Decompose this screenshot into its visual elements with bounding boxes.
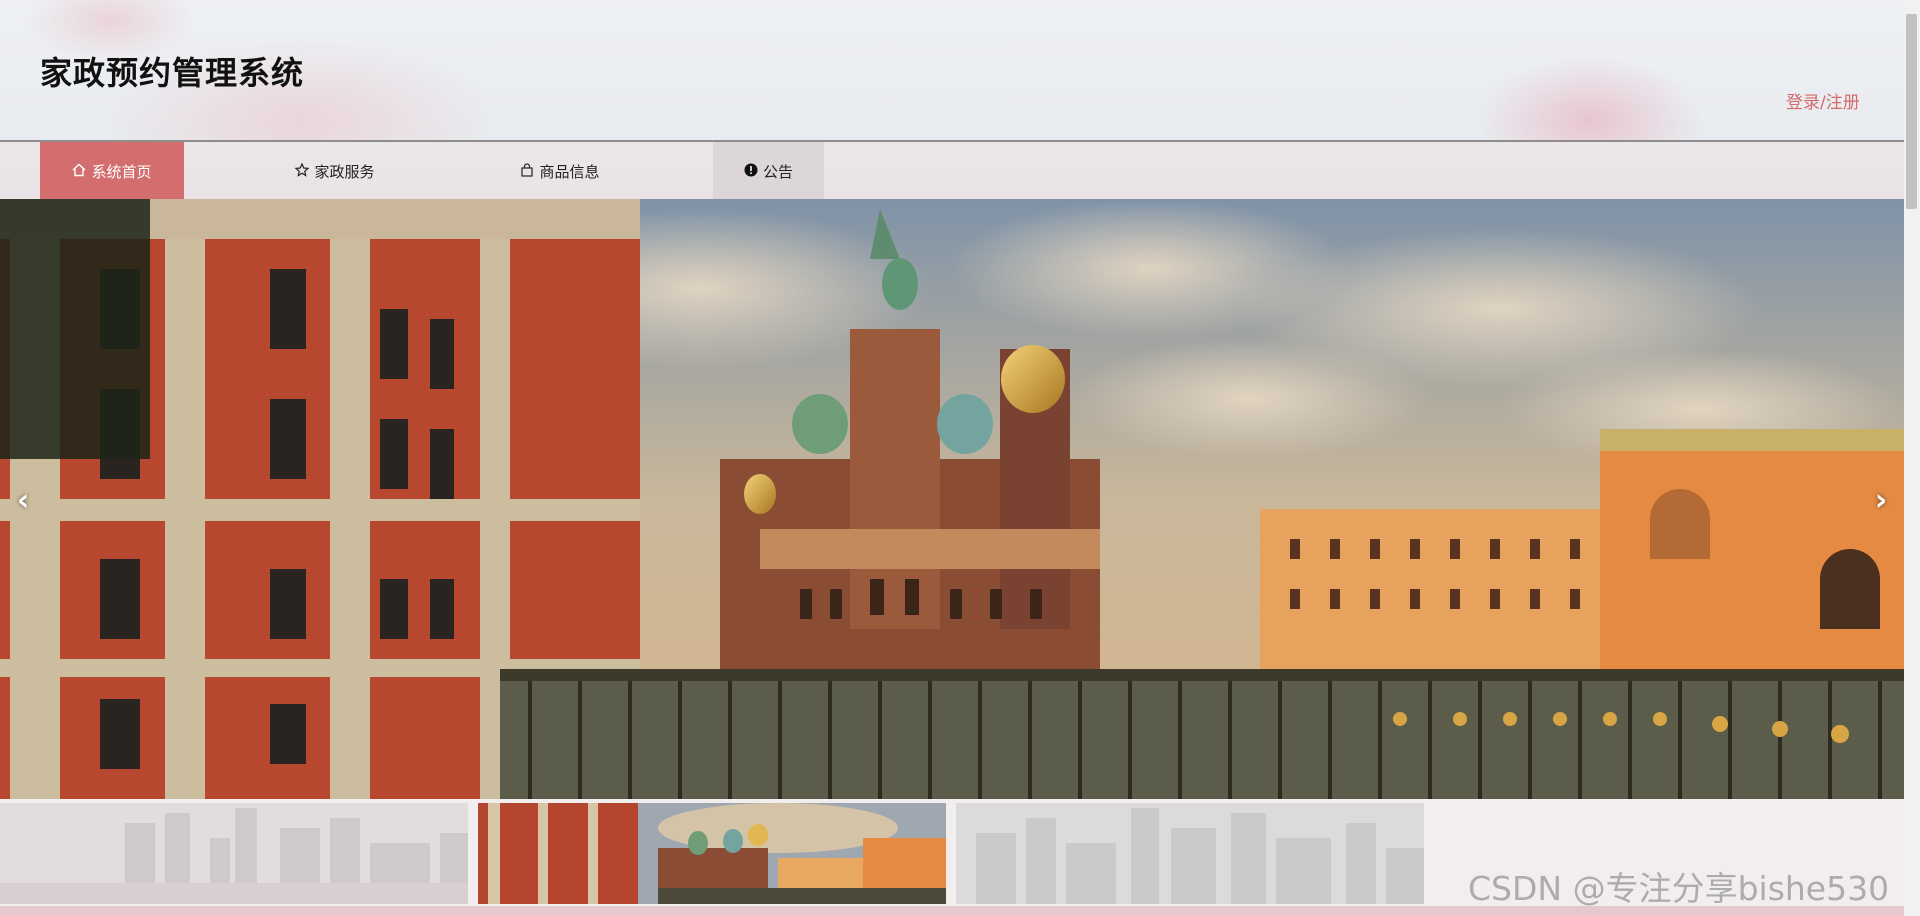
nav-item-label: 系统首页 [91, 163, 152, 181]
watermark-text: CSDN @专注分享bishe530 [1468, 869, 1890, 908]
church-thumbnail[interactable] [478, 803, 946, 904]
nav-item-label: 商品信息 [539, 163, 600, 181]
hero-image [0, 199, 1904, 799]
exclamation-circle-icon [744, 163, 758, 180]
chevron-left-icon: ‹ [16, 483, 30, 518]
city-skyline-thumbnail[interactable] [0, 803, 468, 904]
nav-item-label: 公告 [762, 163, 793, 181]
nav-item-services[interactable]: 家政服务 [270, 142, 400, 201]
chevron-right-icon: › [1874, 483, 1888, 518]
home-icon [72, 163, 86, 180]
login-register-link[interactable]: 登录/注册 [1786, 88, 1860, 113]
site-title: 家政预约管理系统 [40, 54, 305, 92]
header-bar: 家政预约管理系统 登录/注册 [0, 0, 1904, 140]
bag-icon [520, 163, 534, 180]
nav-item-label: 家政服务 [314, 163, 375, 181]
carousel-next-button[interactable]: › [1866, 481, 1896, 521]
nav-item-home[interactable]: 系统首页 [40, 142, 184, 201]
carousel-prev-button[interactable]: ‹ [8, 481, 38, 521]
scrollbar-thumb[interactable] [1906, 14, 1917, 209]
hero-carousel[interactable]: ‹ › [0, 199, 1904, 799]
city-grey-thumbnail[interactable] [956, 803, 1424, 904]
main-nav: 系统首页 家政服务 商品信息 公告 [0, 140, 1904, 201]
nav-item-products[interactable]: 商品信息 [495, 142, 625, 201]
nav-item-notice[interactable]: 公告 [713, 142, 824, 201]
bottom-strip [0, 906, 1904, 916]
star-icon [295, 162, 310, 180]
